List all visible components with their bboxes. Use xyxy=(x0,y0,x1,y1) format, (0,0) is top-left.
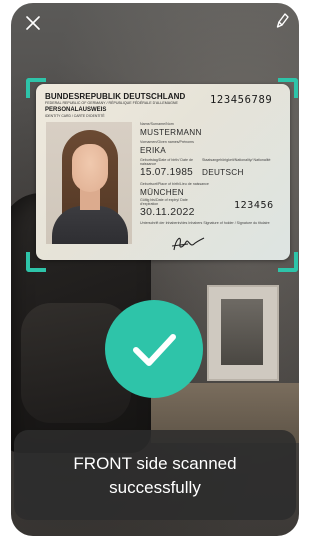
scan-status-toast: FRONT side scanned successfully xyxy=(14,430,296,520)
close-icon xyxy=(26,16,40,30)
background-picture-frame xyxy=(207,285,279,381)
scan-frame xyxy=(26,78,298,272)
scan-status-message: FRONT side scanned successfully xyxy=(73,454,237,497)
scan-success-badge xyxy=(105,300,203,398)
scan-frame-corner-bottom-right xyxy=(278,252,298,272)
scan-frame-corner-top-right xyxy=(278,78,298,98)
flash-toggle-button[interactable] xyxy=(276,12,294,32)
background-picture xyxy=(221,299,263,365)
checkmark-icon xyxy=(133,334,176,366)
close-button[interactable] xyxy=(22,12,44,34)
flash-icon xyxy=(276,13,289,28)
scan-frame-corner-top-left xyxy=(26,78,46,98)
scan-frame-corner-bottom-left xyxy=(26,252,46,272)
